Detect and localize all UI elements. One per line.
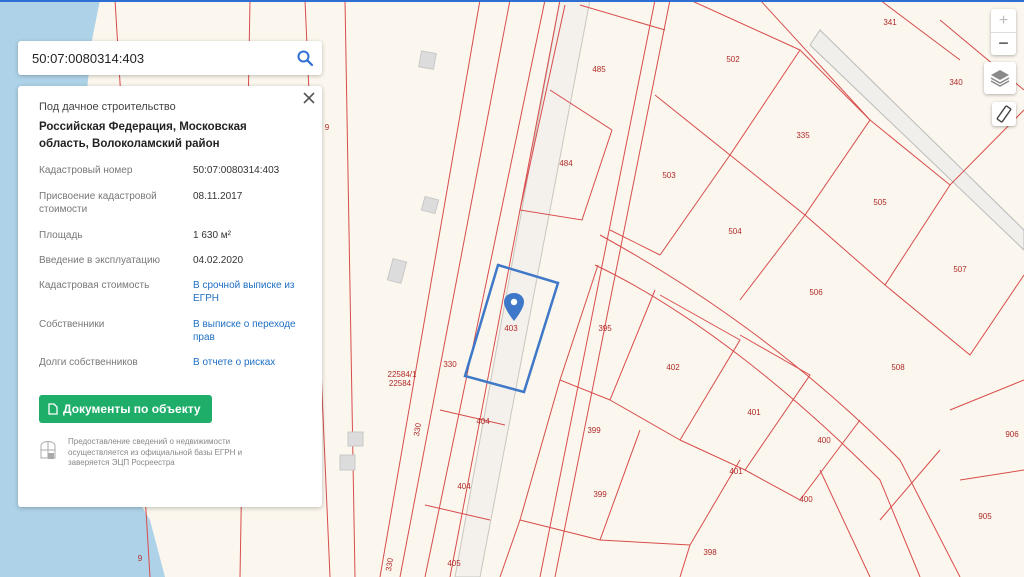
info-value: 50:07:0080314:403 (193, 165, 280, 176)
owners-link[interactable]: В выписке о переходе прав (193, 318, 313, 344)
parcel-label: 399 (587, 426, 601, 435)
info-key: Кадастровая стоимость (39, 280, 150, 291)
zoom-out-button[interactable]: − (991, 32, 1016, 56)
top-accent-bar (0, 0, 1024, 2)
cadastral-value-link[interactable]: В срочной выписке из ЕГРН (193, 279, 313, 305)
search-box (18, 41, 322, 75)
parcel-label: 341 (883, 18, 897, 27)
documents-button[interactable]: Документы по объекту (39, 395, 212, 423)
parcel-label: 508 (891, 363, 905, 372)
parcel-label: 402 (666, 363, 680, 372)
info-key: Собственники (39, 319, 105, 330)
zoom-in-button[interactable]: + (991, 9, 1016, 32)
documents-button-label: Документы по объекту (63, 402, 201, 416)
parcel-label: 398 (703, 548, 717, 557)
info-key: Введение в эксплуатацию (39, 255, 161, 266)
parcel-label: 395 (598, 324, 612, 333)
egrn-notice: Предоставление сведений о недвижимости о… (68, 437, 243, 467)
object-type: Под дачное строительство (39, 101, 176, 113)
parcel-label: 401 (747, 408, 761, 417)
layers-icon (990, 70, 1010, 87)
parcel-label: 405 (447, 559, 461, 568)
parcel-label: 400 (799, 495, 813, 504)
parcel-label: 22584 (389, 379, 412, 388)
parcel-label: 404 (457, 482, 471, 491)
parcel-label: 485 (592, 65, 606, 74)
owner-debts-link[interactable]: В отчете о рисках (193, 356, 313, 369)
parcel-label: 330 (443, 360, 457, 369)
parcel-label: 507 (953, 265, 967, 274)
info-key: Присвоение кадастровой стоимости (39, 191, 157, 215)
parcel-label: 340 (949, 78, 963, 87)
ruler-icon (996, 105, 1012, 123)
object-address: Российская Федерация, Московская область… (39, 121, 247, 150)
search-input[interactable] (18, 41, 292, 75)
parcel-label: 335 (796, 131, 810, 140)
close-icon[interactable] (302, 91, 316, 105)
parcel-label: 399 (593, 490, 607, 499)
parcel-label: 484 (559, 159, 573, 168)
info-key: Площадь (39, 230, 83, 241)
parcel-label: 502 (726, 55, 740, 64)
parcel-label: 401 (729, 467, 743, 476)
parcel-label: 905 (978, 512, 992, 521)
info-value: 08.11.2017 (193, 191, 243, 202)
parcel-label: 906 (1005, 430, 1019, 439)
parcel-label: 504 (728, 227, 742, 236)
layers-button[interactable] (984, 62, 1016, 94)
info-key: Долги собственников (39, 357, 138, 368)
parcel-label: 505 (873, 198, 887, 207)
object-info-card: Под дачное строительство Российская Феде… (18, 86, 322, 507)
search-icon[interactable] (296, 49, 314, 67)
registry-emblem-icon (40, 441, 56, 459)
info-value: 04.02.2020 (193, 255, 244, 266)
parcel-label: 404 (476, 417, 490, 426)
measure-button[interactable] (992, 102, 1016, 126)
selected-parcel-label: 403 (504, 324, 518, 333)
zoom-control: + − (991, 9, 1016, 55)
parcel-label: 22584/1 (388, 370, 417, 379)
parcel-label: 506 (809, 288, 823, 297)
info-key: Кадастровый номер (39, 165, 133, 176)
parcel-label: 9 (325, 123, 330, 132)
document-icon (48, 403, 58, 415)
info-value: 1 630 м² (193, 230, 232, 241)
parcel-label: 9 (138, 554, 143, 563)
parcel-label: 503 (662, 171, 676, 180)
parcel-label: 400 (817, 436, 831, 445)
